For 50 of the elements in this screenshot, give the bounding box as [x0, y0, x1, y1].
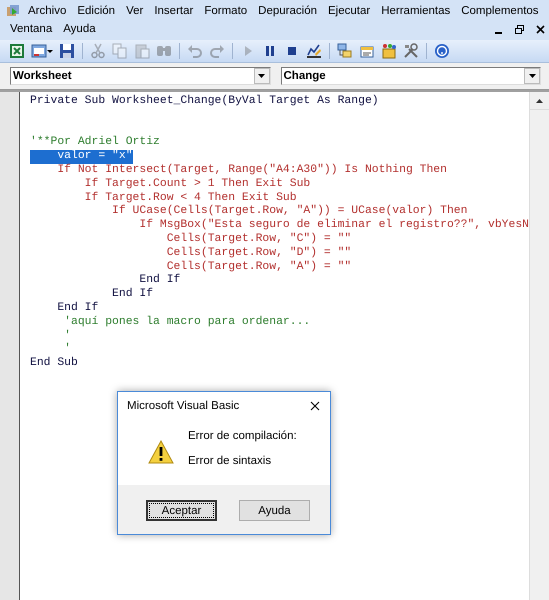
code-line: If Target.Count > 1 Then Exit Sub — [84, 178, 310, 192]
code-line: End If — [111, 288, 154, 302]
tools-icon[interactable] — [402, 42, 420, 60]
menu-item[interactable]: Formato — [200, 5, 252, 17]
code-line: Private Sub Worksheet_Change(ByVal Target As Range) — [30, 95, 379, 109]
restore-icon[interactable] — [515, 24, 524, 34]
menu-item[interactable]: Depuración — [254, 5, 321, 17]
code-line: Cells(Target.Row, "C") = "" — [166, 232, 352, 246]
code-line: Cells(Target.Row, "A") = "" — [166, 260, 352, 274]
error-heading: Error de compilación: — [188, 430, 297, 442]
code-line: If Target.Row < 4 Then Exit Sub — [84, 192, 297, 204]
dialog-button[interactable]: Ayuda — [239, 500, 310, 521]
warning-icon — [148, 440, 174, 464]
dialog-title: Microsoft Visual Basic — [127, 400, 240, 412]
spreadsheet-icon[interactable] — [8, 42, 26, 60]
menu-item[interactable]: Edición — [73, 5, 120, 17]
menu-item[interactable]: Ejecutar — [324, 5, 374, 17]
project-icon[interactable] — [336, 42, 354, 60]
caret-icon — [528, 74, 536, 78]
code-line: End If — [138, 274, 180, 288]
scroll-up-icon[interactable] — [536, 98, 543, 102]
close-icon[interactable] — [536, 24, 545, 34]
code-comment: 'aquí pones la macro para ordenar... — [63, 316, 310, 330]
help-icon[interactable] — [433, 42, 451, 60]
dialog-button[interactable]: Aceptar — [146, 500, 217, 521]
code-comment: '**Por Adriel Ortiz — [30, 136, 160, 150]
menu-item[interactable]: Archivo — [24, 5, 70, 17]
code-line: If UCase(Cells(Target.Row, "A")) = UCase(valor) Then — [111, 205, 468, 218]
caret-icon — [258, 74, 265, 78]
menu-item[interactable]: Ventana — [6, 23, 56, 35]
code-line: End Sub — [30, 357, 78, 371]
error-message: Error de sintaxis — [188, 455, 272, 467]
menu-item[interactable]: Ver — [122, 5, 148, 17]
menu-item[interactable]: Complementos — [457, 5, 543, 17]
object-dropdown[interactable]: Worksheet — [10, 67, 270, 85]
menu-item[interactable]: Ayuda — [59, 23, 100, 35]
code-line: If Not Intersect(Target, Range("A4:A30")) Is Nothing Then — [56, 164, 447, 178]
menu-item[interactable]: Herramientas — [377, 5, 454, 17]
code-line: If MsgBox("Esta seguro de eliminar el registro??", vbYesN — [138, 219, 529, 232]
object-browser-icon[interactable] — [380, 42, 398, 60]
code-comment: ' — [63, 343, 72, 356]
menu-item[interactable]: Insertar — [150, 5, 198, 17]
procedure-dropdown[interactable]: Change — [280, 67, 541, 85]
code-comment: ' — [63, 330, 72, 342]
ruler-pencil-icon[interactable] — [305, 42, 323, 60]
close-icon[interactable] — [310, 401, 320, 411]
form-icon[interactable] — [30, 42, 54, 60]
code-line: Cells(Target.Row, "D") = "" — [166, 246, 352, 260]
code-line: End If — [56, 302, 98, 316]
save-icon[interactable] — [58, 42, 76, 60]
